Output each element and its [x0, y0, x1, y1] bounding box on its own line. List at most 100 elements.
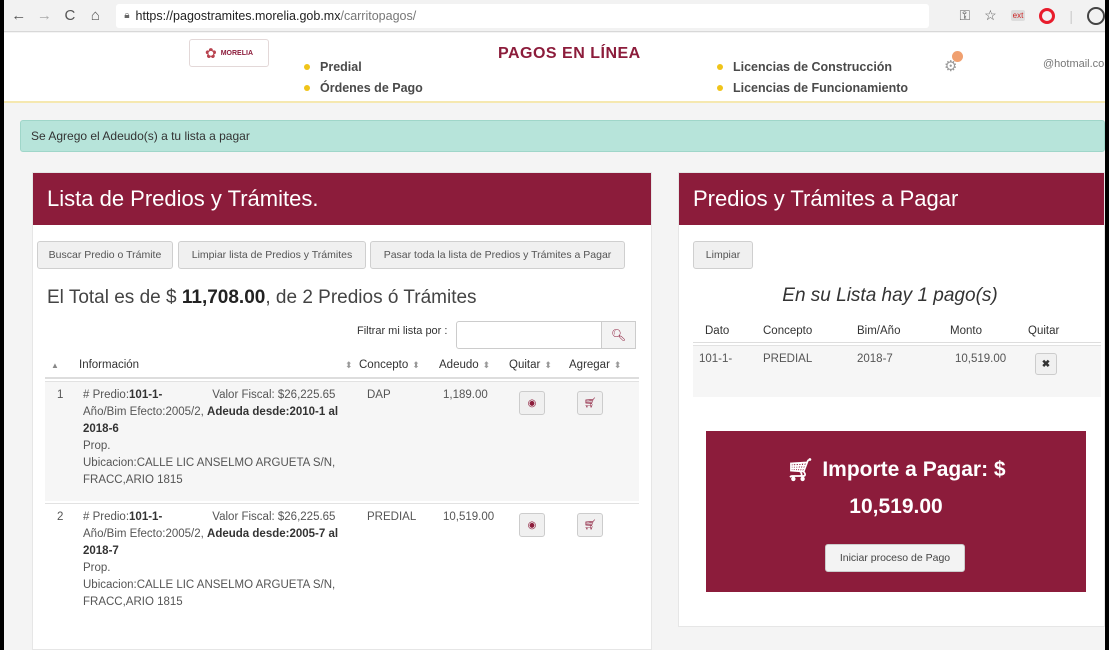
column-monto: Monto: [950, 325, 982, 337]
bullet-icon: [717, 64, 723, 70]
star-icon[interactable]: ☆: [984, 7, 997, 24]
row-concepto: PREDIAL: [367, 511, 417, 523]
column-concepto[interactable]: Concepto ⬍: [359, 359, 420, 371]
column-quitar[interactable]: Quitar ⬍: [509, 359, 552, 371]
column-label: Agregar: [569, 359, 610, 371]
adeuda-desde: Adeuda desde:2005-7 al: [207, 528, 339, 540]
table-header: ▲ Información ⬍ Concepto ⬍ Adeudo ⬍ Quitar…: [45, 353, 639, 379]
predios-list-panel: Lista de Predios y Trámites. Buscar Pred…: [32, 172, 652, 650]
reload-icon[interactable]: C: [59, 5, 81, 27]
nav-ordenes-de-pago[interactable]: Órdenes de Pago: [304, 81, 423, 95]
filter-label: Filtrar mi lista por :: [357, 325, 448, 337]
nav-predial[interactable]: Predial: [304, 60, 362, 74]
page-title: PAGOS EN LÍNEA: [498, 45, 641, 62]
remove-row-button[interactable]: ◉: [519, 513, 545, 537]
cart-icon: 🛒︎: [786, 457, 815, 482]
column-label: Quitar: [509, 359, 541, 371]
predio-label: # Predio:: [83, 511, 130, 523]
alert-message: Se Agrego el Adeudo(s) a tu lista a paga…: [31, 129, 250, 143]
total-prefix: El Total es de $: [47, 287, 182, 308]
column-label: Adeudo: [439, 359, 479, 371]
clear-pay-list-button[interactable]: Limpiar: [693, 241, 753, 269]
success-alert: Se Agrego el Adeudo(s) a tu lista a paga…: [20, 120, 1105, 152]
row-monto: 10,519.00: [955, 353, 1007, 365]
predio-label: # Predio:: [83, 389, 130, 401]
pay-list-panel: Predios y Trámites a Pagar Limpiar En su…: [678, 172, 1105, 627]
efecto-line: Año/Bim Efecto:2005/2, Adeuda desde:2010…: [83, 404, 353, 421]
sort-icon: ⬍: [613, 360, 622, 370]
adeuda-hasta: 2018-7: [83, 545, 119, 557]
logo-mark-icon: ✿: [204, 44, 217, 61]
row-index: 2: [57, 511, 64, 523]
remove-payment-button[interactable]: ✖: [1035, 353, 1057, 375]
remove-row-button[interactable]: ◉: [519, 391, 545, 415]
ubicacion-line-1: Ubicacion:CALLE LIC ANSELMO ARGUETA S/N,: [83, 457, 336, 469]
column-agregar[interactable]: Agregar ⬍: [569, 359, 621, 371]
ubicacion-line-2: FRACC,ARIO 1815: [83, 596, 183, 608]
move-all-to-pay-button[interactable]: Pasar toda la lista de Predios y Trámite…: [370, 241, 625, 269]
efecto: Año/Bim Efecto:2005/2,: [83, 528, 208, 540]
hasta-line: 2018-6: [83, 421, 353, 438]
nav-licencias-funcionamiento[interactable]: Licencias de Funcionamiento: [717, 81, 908, 95]
sort-icon: ⬍: [412, 360, 420, 370]
panel-title: Predios y Trámites a Pagar: [679, 173, 1104, 225]
url-path: /carritopagos/: [340, 8, 417, 23]
opera-icon[interactable]: [1039, 7, 1056, 24]
pay-count-title: En su Lista hay 1 pago(s): [782, 285, 998, 306]
predio-line: # Predio:101-1- Valor Fiscal: $26,225.65: [83, 509, 353, 526]
morelia-logo[interactable]: ✿ MORELIA: [189, 39, 269, 67]
logo-text: MORELIA: [220, 49, 253, 57]
adeuda-hasta: 2018-6: [83, 423, 119, 435]
predio-number: 101-1-: [129, 389, 163, 401]
account-icon[interactable]: [1086, 6, 1105, 25]
column-informacion[interactable]: Información: [79, 359, 139, 371]
row-adeudo: 1,189.00: [443, 389, 488, 401]
nav-licencias-construccion[interactable]: Licencias de Construcción: [717, 60, 892, 74]
sort-asc-icon[interactable]: ▲: [51, 361, 59, 370]
filter-input[interactable]: [456, 321, 602, 349]
adeuda-desde: Adeuda desde:2010-1 al: [207, 406, 339, 418]
importe-amount: 10,519.00: [849, 495, 943, 518]
row-adeudo: 10,519.00: [443, 511, 495, 523]
column-concepto: Concepto: [763, 325, 813, 337]
importe-box: 🛒︎ Importe a Pagar: $ 10,519.00 Iniciar …: [706, 431, 1086, 592]
row-index: 1: [57, 389, 64, 401]
column-quitar: Quitar: [1028, 325, 1060, 337]
address-bar[interactable]: 🔒︎ https://pagostramites.morelia.gob.mx /…: [116, 3, 930, 28]
back-icon[interactable]: ←: [8, 5, 30, 27]
predio-line: # Predio:101-1- Valor Fiscal: $26,225.65: [83, 387, 353, 404]
search-predio-button[interactable]: Buscar Predio o Trámite: [37, 241, 173, 269]
column-label: Concepto: [359, 359, 409, 371]
search-icon[interactable]: 🔍︎: [602, 321, 636, 349]
efecto-line: Año/Bim Efecto:2005/2, Adeuda desde:2005…: [83, 526, 353, 543]
column-bim: Bim/Año: [857, 325, 901, 337]
pay-table: Dato Concepto Bim/Año Monto Quitar 101-1…: [693, 319, 1101, 399]
column-adeudo[interactable]: Adeudo ⬍: [439, 359, 490, 371]
add-to-cart-button[interactable]: 🛒︎: [577, 513, 603, 537]
browser-toolbar: ← → C ⌂ 🔒︎ https://pagostramites.morelia…: [4, 0, 1105, 32]
add-to-cart-button[interactable]: 🛒︎: [577, 391, 603, 415]
total-amount: 11,708.00: [181, 287, 266, 308]
forward-icon[interactable]: →: [34, 5, 56, 27]
bullet-icon: [304, 85, 310, 91]
key-icon[interactable]: ⚿: [959, 7, 970, 24]
column-label: Información: [79, 359, 140, 371]
gears-icon[interactable]: ⚙: [944, 51, 963, 75]
importe-label-line: 🛒︎ Importe a Pagar: $: [706, 457, 1086, 483]
browser-window: ← → C ⌂ 🔒︎ https://pagostramites.morelia…: [4, 0, 1105, 650]
clear-list-button[interactable]: Limpiar lista de Predios y Trámites: [178, 241, 366, 269]
prop-line: Prop.: [83, 440, 111, 452]
start-payment-button[interactable]: Iniciar proceso de Pago: [825, 544, 965, 572]
extension-icon[interactable]: ext: [1010, 10, 1026, 21]
predios-table: ▲ Información ⬍ Concepto ⬍ Adeudo ⬍ Quitar…: [45, 353, 639, 623]
panel-title: Lista de Predios y Trámites.: [33, 173, 651, 225]
table-header: Dato Concepto Bim/Año Monto Quitar: [693, 319, 1101, 343]
valor-fiscal: Valor Fiscal: $26,225.65: [212, 511, 336, 523]
nav-predial-label: Predial: [320, 60, 362, 74]
prop-line: Prop.: [83, 562, 111, 574]
predio-number: 101-1-: [129, 511, 163, 523]
sort-icon[interactable]: ⬍: [341, 359, 353, 371]
home-icon[interactable]: ⌂: [85, 5, 107, 27]
efecto: Año/Bim Efecto:2005/2,: [83, 406, 208, 418]
user-email[interactable]: @hotmail.com: [1043, 58, 1105, 70]
